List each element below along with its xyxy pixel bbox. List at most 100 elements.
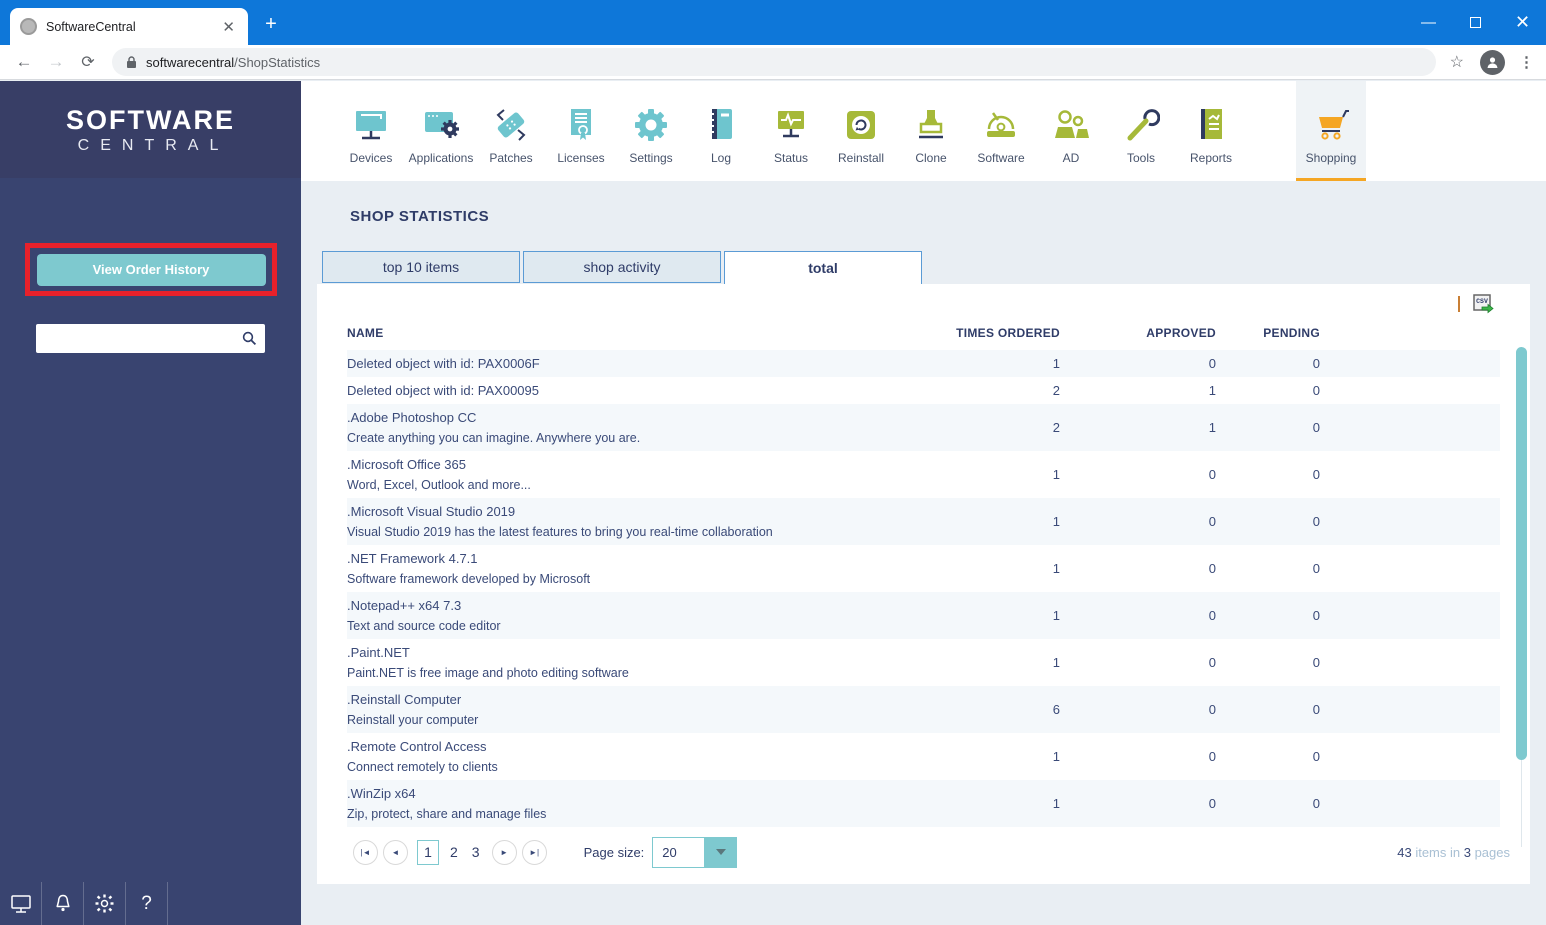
clone-icon xyxy=(919,109,943,138)
page-size-label: Page size: xyxy=(583,844,645,860)
summary-end: pages xyxy=(1470,844,1510,860)
help-button[interactable]: ? xyxy=(126,882,168,925)
page-3-link[interactable]: 3 xyxy=(465,844,487,860)
licenses-icon xyxy=(571,108,591,140)
nav-item-clone[interactable]: Clone xyxy=(896,81,966,181)
pending-value: 0 xyxy=(1312,561,1320,576)
address-bar[interactable]: softwarecentral/ShopStatistics xyxy=(112,48,1436,76)
table-row[interactable]: .Adobe Photoshop CC Create anything you … xyxy=(347,404,1500,451)
approved-value: 0 xyxy=(1208,702,1216,717)
item-name: Deleted object with id: PAX00095 xyxy=(347,382,539,398)
prev-page-button[interactable]: ◄ xyxy=(383,839,408,865)
times-ordered-value: 1 xyxy=(1052,749,1060,764)
tools-wrench-icon xyxy=(1127,108,1160,140)
item-name: Deleted object with id: PAX0006F xyxy=(347,355,540,371)
table-row[interactable]: .NET Framework 4.7.1 Software framework … xyxy=(347,545,1500,592)
tab-total[interactable]: total xyxy=(724,251,922,284)
main-area: SHOP STATISTICS top 10 items shop activi… xyxy=(301,181,1546,925)
nav-item-software[interactable]: Software xyxy=(966,81,1036,181)
nav-item-patches[interactable]: Patches xyxy=(476,81,546,181)
item-description: Paint.NET is free image and photo editin… xyxy=(347,665,629,680)
table-row[interactable]: Deleted object with id: PAX0006F 1 0 0 xyxy=(347,350,1500,377)
nav-item-tools[interactable]: Tools xyxy=(1106,81,1176,181)
summary-pages: 3 xyxy=(1463,844,1471,860)
browser-tab[interactable]: SoftwareCentral ✕ xyxy=(10,8,248,45)
tab-top-10-items[interactable]: top 10 items xyxy=(322,251,520,283)
nav-item-reports[interactable]: Reports xyxy=(1176,81,1246,181)
sidebar-search-input[interactable] xyxy=(44,331,242,346)
reinstall-icon xyxy=(847,110,875,139)
approved-value: 0 xyxy=(1208,514,1216,529)
nav-item-settings[interactable]: Settings xyxy=(616,81,686,181)
nav-item-devices[interactable]: Devices xyxy=(336,81,406,181)
window-controls: — ✕ xyxy=(1405,0,1546,45)
approved-value: 1 xyxy=(1208,420,1216,435)
pagination-bar: |◄ ◄ 1 2 3 ► ►| Page size: 20 43 items i… xyxy=(317,827,1530,877)
pending-value: 0 xyxy=(1312,356,1320,371)
bookmark-star-icon[interactable]: ☆ xyxy=(1450,52,1464,72)
items-summary: 43 items in 3 pages xyxy=(1397,845,1510,860)
item-name: .NET Framework 4.7.1 xyxy=(347,550,478,566)
table-row[interactable]: .Microsoft Office 365 Word, Excel, Outlo… xyxy=(347,451,1500,498)
item-description: Zip, protect, share and manage files xyxy=(347,806,547,821)
new-tab-button[interactable]: + xyxy=(258,11,284,37)
next-page-button[interactable]: ► xyxy=(491,839,517,865)
nav-item-shopping[interactable]: Shopping xyxy=(1296,81,1366,181)
top-navigation: Devices Applications Patches Licenses Se… xyxy=(301,81,1546,181)
back-button[interactable]: ← xyxy=(8,52,40,72)
nav-item-reinstall[interactable]: Reinstall xyxy=(826,81,896,181)
browser-menu-icon[interactable]: ⋮ xyxy=(1519,53,1534,71)
minimize-button[interactable]: — xyxy=(1405,0,1452,45)
approved-value: 0 xyxy=(1208,608,1216,623)
times-ordered-value: 1 xyxy=(1052,655,1060,670)
software-icon xyxy=(987,111,1015,137)
summary-mid: items in xyxy=(1411,844,1464,860)
page-size-dropdown[interactable]: 20 xyxy=(652,836,738,868)
header-pending: PENDING xyxy=(1263,326,1320,340)
last-page-button[interactable]: ►| xyxy=(521,839,547,865)
maximize-button[interactable] xyxy=(1452,0,1499,45)
first-page-button[interactable]: |◄ xyxy=(353,839,378,865)
view-order-history-button[interactable]: View Order History xyxy=(36,253,266,286)
times-ordered-value: 1 xyxy=(1052,796,1060,811)
statistics-panel: CSV NAME TIMES ORDERED APPROVED PENDING xyxy=(317,284,1530,884)
times-ordered-value: 6 xyxy=(1052,702,1060,717)
reload-button[interactable]: ⟳ xyxy=(72,52,104,72)
page-2-link[interactable]: 2 xyxy=(443,844,465,860)
page-1-current[interactable]: 1 xyxy=(417,839,439,865)
nav-item-applications[interactable]: Applications xyxy=(406,81,476,181)
nav-item-status[interactable]: Status xyxy=(756,81,826,181)
times-ordered-value: 2 xyxy=(1052,383,1060,398)
table-row[interactable]: .Notepad++ x64 7.3 Text and source code … xyxy=(347,592,1500,639)
forward-button[interactable]: → xyxy=(40,52,72,72)
nav-item-ad[interactable]: AD xyxy=(1036,81,1106,181)
nav-item-licenses[interactable]: Licenses xyxy=(546,81,616,181)
patches-icon xyxy=(496,108,526,141)
table-row[interactable]: .Reinstall Computer Reinstall your compu… xyxy=(347,686,1500,733)
pending-value: 0 xyxy=(1312,467,1320,482)
export-csv-icon[interactable]: CSV xyxy=(1472,293,1494,315)
scrollbar-thumb[interactable] xyxy=(1516,347,1527,760)
table-row[interactable]: .Paint.NET Paint.NET is free image and p… xyxy=(347,639,1500,686)
table-row[interactable]: .Remote Control Access Connect remotely … xyxy=(347,733,1500,780)
settings-footer-button[interactable] xyxy=(84,882,126,925)
item-name: .Remote Control Access xyxy=(347,738,487,754)
chevron-down-icon[interactable] xyxy=(705,837,737,867)
profile-avatar[interactable] xyxy=(1480,49,1505,75)
tab-close-icon[interactable]: ✕ xyxy=(219,18,238,36)
status-icon xyxy=(778,110,804,137)
approved-value: 0 xyxy=(1208,467,1216,482)
table-row[interactable]: Deleted object with id: PAX00095 2 1 0 xyxy=(347,377,1500,404)
table-row[interactable]: .WinZip x64 Zip, protect, share and mana… xyxy=(347,780,1500,827)
notifications-button[interactable] xyxy=(42,882,84,925)
devices-footer-button[interactable] xyxy=(0,882,42,925)
tab-shop-activity[interactable]: shop activity xyxy=(523,251,721,283)
table-row[interactable]: .Microsoft Visual Studio 2019 Visual Stu… xyxy=(347,498,1500,545)
item-name: .Reinstall Computer xyxy=(347,691,462,707)
close-button[interactable]: ✕ xyxy=(1499,0,1546,45)
pending-value: 0 xyxy=(1312,383,1320,398)
bell-icon xyxy=(55,894,70,912)
approved-value: 0 xyxy=(1208,796,1216,811)
pending-value: 0 xyxy=(1312,702,1320,717)
nav-item-log[interactable]: Log xyxy=(686,81,756,181)
